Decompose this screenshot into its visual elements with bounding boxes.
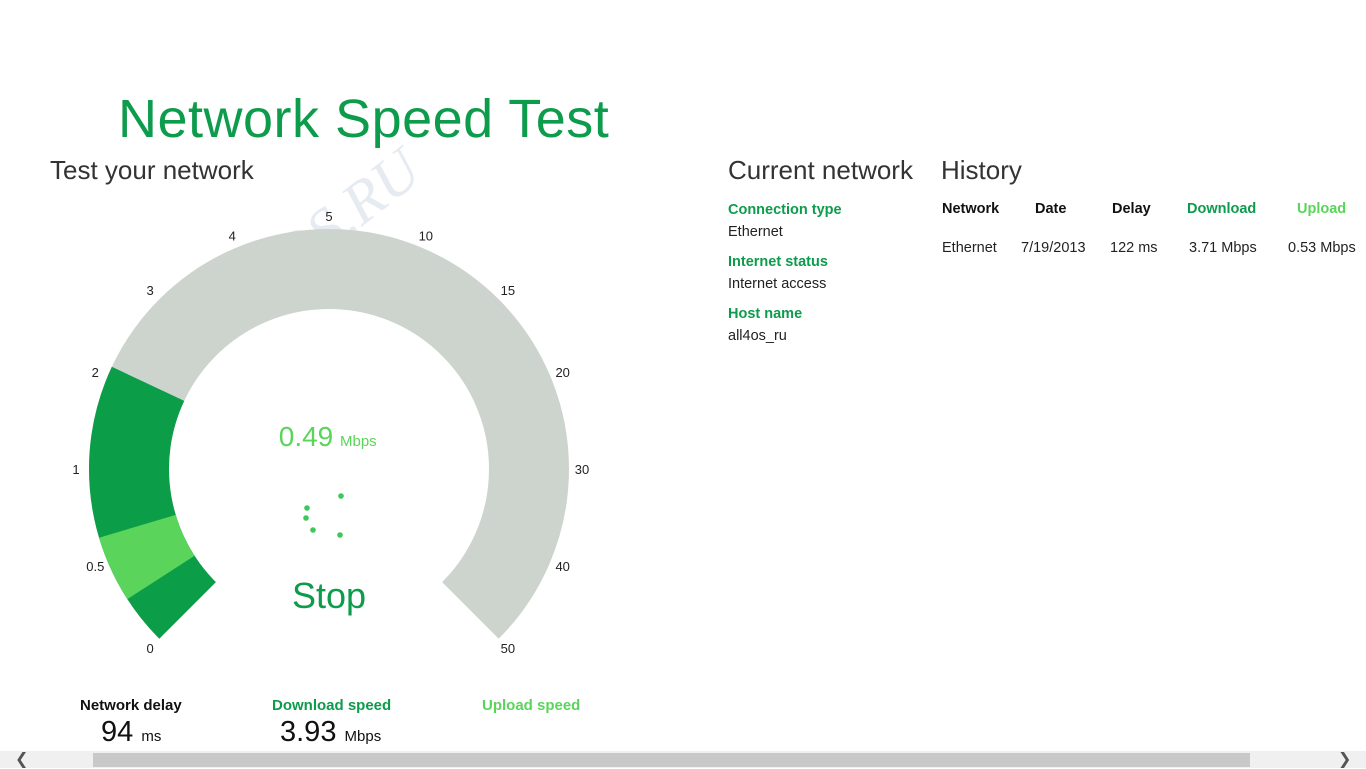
gauge-scale-label: 5 xyxy=(325,209,332,224)
stop-button[interactable]: Stop xyxy=(292,575,366,616)
history-cell-delay: 122 ms xyxy=(1110,240,1158,256)
gauge-current-arc xyxy=(99,513,196,600)
host-name-value: all4os_ru xyxy=(728,328,787,344)
gauge-scale-label: 20 xyxy=(555,365,569,380)
history-col-upload: Upload xyxy=(1297,201,1347,217)
download-speed-value-group: 3.93 Mbps xyxy=(280,716,381,749)
history-heading: History xyxy=(941,155,1022,185)
network-delay-value: 94 xyxy=(101,716,134,748)
gauge-scale-label: 50 xyxy=(501,641,515,656)
host-name-label: Host name xyxy=(728,306,803,322)
connection-type-value: Ethernet xyxy=(728,224,783,240)
chevron-left-icon[interactable]: ❮ xyxy=(15,749,28,769)
speed-gauge: 0 0.5 1 2 3 4 5 10 15 20 30 40 50 0.49 Mbps Stop xyxy=(72,209,589,656)
test-heading: Test your network xyxy=(50,155,254,185)
upload-speed-label: Upload speed xyxy=(482,697,581,714)
network-delay-label: Network delay xyxy=(80,697,182,714)
internet-status-label: Internet status xyxy=(728,254,828,270)
history-col-delay: Delay xyxy=(1112,201,1151,217)
current-speed-unit: Mbps xyxy=(340,433,377,450)
history-col-network: Network xyxy=(942,201,1000,217)
history-col-download: Download xyxy=(1187,201,1257,217)
connection-type-label: Connection type xyxy=(728,202,842,218)
network-delay-value-group: 94 ms xyxy=(101,716,161,749)
history-cell-date: 7/19/2013 xyxy=(1021,240,1086,256)
network-delay-unit: ms xyxy=(141,728,162,745)
scrollbar-thumb[interactable] xyxy=(93,753,1250,767)
download-speed-label: Download speed xyxy=(272,697,392,714)
gauge-scale-label: 3 xyxy=(146,283,153,298)
gauge-scale-label: 15 xyxy=(501,283,515,298)
gauge-scale-label: 40 xyxy=(555,559,569,574)
gauge-scale-label: 1 xyxy=(72,462,79,477)
download-speed-unit: Mbps xyxy=(344,728,382,745)
gauge-scale-label: 2 xyxy=(92,365,99,380)
history-cell-upload: 0.53 Mbps xyxy=(1288,240,1356,256)
gauge-scale-label: 30 xyxy=(575,462,589,477)
gauge-scale-label: 4 xyxy=(229,228,236,243)
history-cell-network: Ethernet xyxy=(942,240,997,256)
history-cell-download: 3.71 Mbps xyxy=(1189,240,1257,256)
current-network-heading: Current network xyxy=(728,155,913,185)
current-speed-value: 0.49 xyxy=(279,421,334,452)
download-speed-value: 3.93 xyxy=(280,716,337,748)
gauge-scale-label: 0 xyxy=(146,641,153,656)
app-title: Network Speed Test xyxy=(118,89,610,149)
history-col-date: Date xyxy=(1035,201,1067,217)
internet-status-value: Internet access xyxy=(728,276,827,292)
chevron-right-icon[interactable]: ❯ xyxy=(1338,749,1351,769)
gauge-scale-label: 10 xyxy=(419,228,433,243)
gauge-scale-label: 0.5 xyxy=(86,559,104,574)
progress-spinner-icon xyxy=(303,493,344,538)
